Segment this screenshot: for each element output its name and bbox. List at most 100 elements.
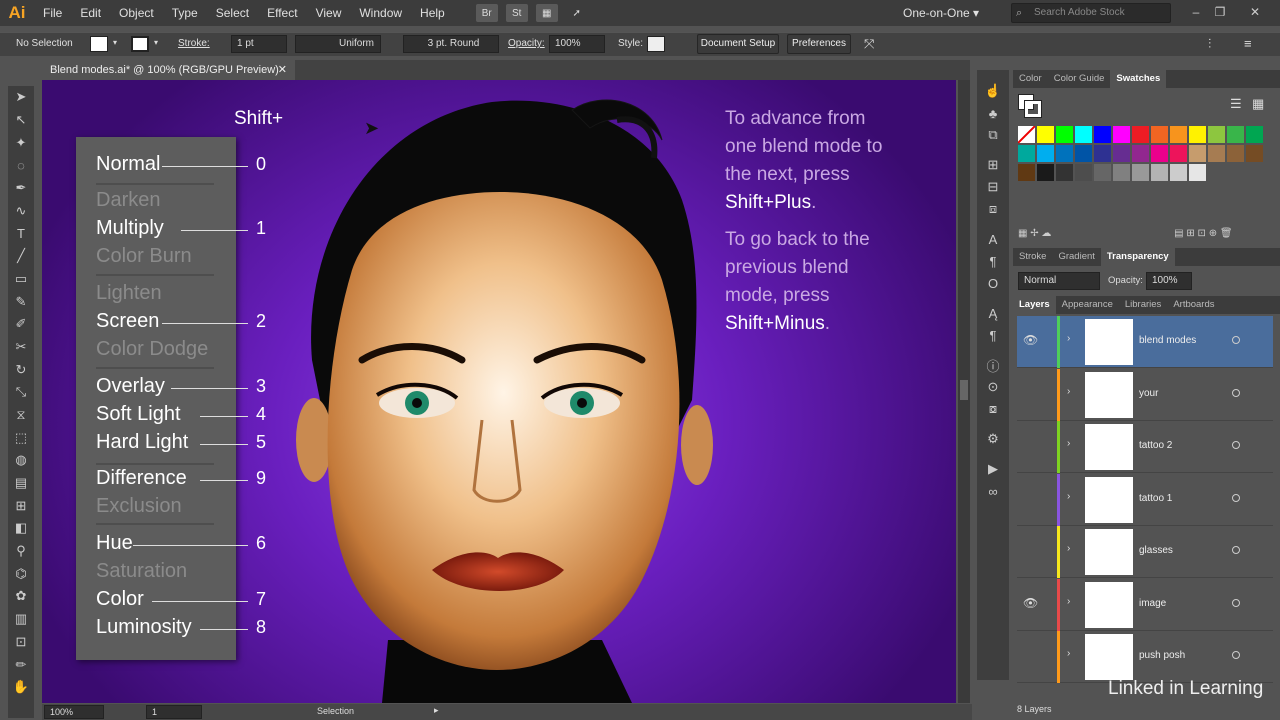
visibility-eye-icon[interactable]: 👁 xyxy=(1023,333,1038,347)
color-swatch[interactable] xyxy=(1113,164,1130,181)
symbol-sprayer-tool-icon[interactable]: ✿ xyxy=(8,585,34,608)
color-swatch[interactable] xyxy=(1075,145,1092,162)
stroke-indicator[interactable] xyxy=(1024,100,1042,118)
paragraph-icon[interactable]: ¶ xyxy=(977,250,1009,272)
color-swatch[interactable] xyxy=(1208,145,1225,162)
expand-chevron-icon[interactable]: › xyxy=(1067,386,1070,397)
tab-color-guide[interactable]: Color Guide xyxy=(1048,70,1111,88)
align-panel-icon[interactable]: ⊟ xyxy=(977,176,1009,198)
opacity-field[interactable]: 100% xyxy=(549,35,605,53)
document-setup-button[interactable]: Document Setup xyxy=(697,34,779,54)
layer-target-icon[interactable] xyxy=(1232,441,1240,449)
scale-tool-icon[interactable]: ⤡ xyxy=(8,381,34,404)
pen-tool-icon[interactable]: ✒ xyxy=(8,177,34,200)
layer-target-icon[interactable] xyxy=(1232,598,1240,607)
color-swatch[interactable] xyxy=(1132,164,1149,181)
workspace-switcher[interactable]: One-on-One ▾ xyxy=(903,3,993,23)
list-view-icon[interactable]: ☰ xyxy=(1230,96,1242,112)
paintbrush-tool-icon[interactable]: ✎ xyxy=(8,290,34,313)
fill-dropdown-icon[interactable]: ▾ xyxy=(113,38,117,47)
pathfinder-icon[interactable]: ⧈ xyxy=(977,198,1009,220)
menu-help[interactable]: Help xyxy=(411,0,454,26)
search-stock-input[interactable]: Search Adobe Stock xyxy=(1011,3,1171,23)
tab-color[interactable]: Color xyxy=(1013,70,1048,88)
arrange-documents-icon[interactable]: ▦ xyxy=(535,4,558,22)
color-swatch[interactable] xyxy=(1113,145,1130,162)
free-transform-tool-icon[interactable]: ⬚ xyxy=(8,426,34,449)
selection-tool-icon[interactable]: ➤ xyxy=(8,86,34,109)
info-icon[interactable]: ⓘ xyxy=(977,354,1009,376)
actions-icon[interactable]: ▶ xyxy=(977,458,1009,480)
menu-view[interactable]: View xyxy=(307,0,351,26)
none-swatch[interactable] xyxy=(1018,126,1035,143)
tab-libraries[interactable]: Libraries xyxy=(1119,296,1167,314)
graphic-style-swatch[interactable] xyxy=(647,36,665,52)
color-swatch[interactable] xyxy=(1056,164,1073,181)
scissors-tool-icon[interactable]: ✂ xyxy=(8,336,34,359)
color-swatch[interactable] xyxy=(1227,126,1244,143)
color-swatch[interactable] xyxy=(1094,145,1111,162)
gpu-performance-icon[interactable]: ➚ xyxy=(566,4,588,22)
align-icon[interactable]: ⫶ xyxy=(1208,36,1211,52)
stroke-weight-field[interactable]: 1 pt xyxy=(231,35,287,53)
menu-effect[interactable]: Effect xyxy=(258,0,306,26)
type-style-icon[interactable]: Ą xyxy=(977,302,1009,324)
color-swatch[interactable] xyxy=(1170,126,1187,143)
expand-chevron-icon[interactable]: › xyxy=(1067,333,1070,344)
grid-view-icon[interactable]: ▦ xyxy=(1252,96,1264,112)
perspective-grid-tool-icon[interactable]: ▤ xyxy=(8,472,34,495)
menu-object[interactable]: Object xyxy=(110,0,163,26)
graph-tool-icon[interactable]: ▥ xyxy=(8,608,34,631)
arrange-icon[interactable]: ⤧ xyxy=(864,36,874,52)
color-swatch[interactable] xyxy=(1208,126,1225,143)
shaper-tool-icon[interactable]: ✐ xyxy=(8,313,34,336)
tab-appearance[interactable]: Appearance xyxy=(1056,296,1119,314)
tab-gradient[interactable]: Gradient xyxy=(1052,248,1100,266)
color-swatch[interactable] xyxy=(1170,164,1187,181)
layer-target-icon[interactable] xyxy=(1232,388,1240,397)
menu-window[interactable]: Window xyxy=(350,0,411,26)
puppet-warp-icon[interactable]: ☝ xyxy=(977,80,1009,102)
paragraph-style-icon[interactable]: ¶ xyxy=(977,324,1009,346)
artboard-tool-icon[interactable]: ⊡ xyxy=(8,631,34,654)
shape-builder-tool-icon[interactable]: ◍ xyxy=(8,449,34,472)
layer-row-your[interactable]: › your xyxy=(1017,368,1273,421)
mesh-tool-icon[interactable]: ⊞ xyxy=(8,494,34,517)
panel-menu-icon[interactable]: ≡ xyxy=(1244,36,1252,51)
layer-target-icon[interactable] xyxy=(1232,493,1240,502)
expand-chevron-icon[interactable]: › xyxy=(1067,543,1070,554)
links-icon[interactable]: ∞ xyxy=(977,480,1009,502)
color-swatch[interactable] xyxy=(1189,126,1206,143)
color-swatch[interactable] xyxy=(1132,126,1149,143)
color-swatch[interactable] xyxy=(1246,145,1263,162)
fill-swatch[interactable] xyxy=(90,36,108,52)
layer-target-icon[interactable] xyxy=(1232,546,1240,554)
color-swatch[interactable] xyxy=(1151,126,1168,143)
transform-icon[interactable]: ⊞ xyxy=(977,154,1009,176)
opentype-icon[interactable]: O xyxy=(977,272,1009,294)
color-swatch[interactable] xyxy=(1189,164,1206,181)
gradient-tool-icon[interactable]: ◧ xyxy=(8,517,34,540)
stock-button[interactable]: St xyxy=(505,4,528,22)
color-swatch[interactable] xyxy=(1151,164,1168,181)
close-tab-icon[interactable]: ✕ xyxy=(278,60,287,80)
color-swatch[interactable] xyxy=(1037,145,1054,162)
color-swatch[interactable] xyxy=(1170,145,1187,162)
expand-chevron-icon[interactable]: › xyxy=(1067,648,1070,659)
brush-definition[interactable]: 3 pt. Round xyxy=(403,35,499,53)
stroke-swatch[interactable] xyxy=(131,36,149,52)
line-tool-icon[interactable]: ╱ xyxy=(8,245,34,268)
tab-swatches[interactable]: Swatches xyxy=(1110,70,1167,88)
stroke-label[interactable]: Stroke: xyxy=(178,33,210,55)
document-info-icon[interactable]: ⊙ xyxy=(977,376,1009,398)
curvature-tool-icon[interactable]: ∿ xyxy=(8,199,34,222)
color-swatch[interactable] xyxy=(1189,145,1206,162)
color-swatch[interactable] xyxy=(1132,145,1149,162)
variable-width-profile[interactable]: Uniform xyxy=(295,35,381,53)
color-swatch[interactable] xyxy=(1227,145,1244,162)
color-swatch[interactable] xyxy=(1151,145,1168,162)
color-swatch[interactable] xyxy=(1018,164,1035,181)
color-swatch[interactable] xyxy=(1018,145,1035,162)
layer-row-tattoo-2[interactable]: › tattoo 2 xyxy=(1017,421,1273,473)
status-menu-icon[interactable]: ▸ xyxy=(434,705,439,716)
